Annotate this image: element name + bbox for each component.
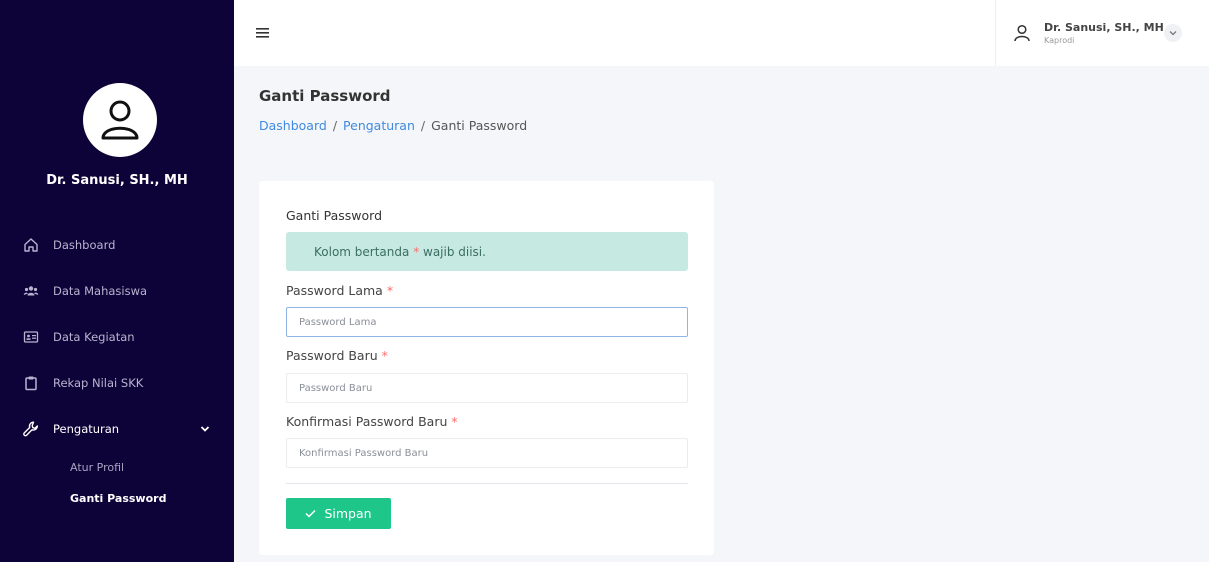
sidebar-item-data-kegiatan[interactable]: Data Kegiatan: [0, 314, 234, 360]
breadcrumb-separator: /: [420, 118, 426, 133]
sidebar-item-label: Data Kegiatan: [53, 330, 135, 344]
sidebar-item-label: Data Mahasiswa: [53, 284, 148, 298]
alert-text-prefix: Kolom bertanda: [314, 244, 414, 259]
breadcrumb-current: Ganti Password: [431, 118, 528, 133]
sidebar-user-name: Dr. Sanusi, SH., MH: [46, 173, 188, 188]
required-star: *: [386, 283, 394, 298]
users-icon: [22, 282, 40, 300]
sidebar: Dr. Sanusi, SH., MH Dashboard Data Mahas…: [0, 0, 234, 562]
field-label: Password Baru: [286, 348, 378, 363]
confirm-password-label: Konfirmasi Password Baru *: [286, 414, 458, 429]
sidebar-item-label: Pengaturan: [53, 422, 120, 436]
breadcrumb-separator: /: [332, 118, 338, 133]
user-icon: [1014, 24, 1030, 42]
alert-text-suffix: wajib diisi.: [419, 244, 486, 259]
topbar-user-role: Kaprodi: [1044, 36, 1075, 45]
menu-toggle-button[interactable]: [256, 24, 274, 42]
avatar: [83, 83, 157, 157]
page-title: Ganti Password: [259, 87, 391, 105]
clipboard-icon: [22, 374, 40, 392]
required-star: *: [381, 348, 388, 363]
sidebar-subitem-atur-profil[interactable]: Atur Profil: [0, 452, 234, 483]
hamburger-icon: [256, 28, 269, 38]
chevron-down-icon: [200, 422, 210, 436]
sidebar-item-rekap-nilai-skk[interactable]: Rekap Nilai SKK: [0, 360, 234, 406]
form-divider: [286, 483, 688, 484]
confirm-password-input[interactable]: [286, 438, 688, 468]
chevron-down-icon: [1169, 31, 1177, 36]
id-card-icon: [22, 328, 40, 346]
home-icon: [22, 236, 40, 254]
save-button[interactable]: Simpan: [286, 498, 391, 529]
sidebar-item-pengaturan[interactable]: Pengaturan: [0, 406, 234, 452]
sidebar-item-data-mahasiswa[interactable]: Data Mahasiswa: [0, 268, 234, 314]
save-button-label: Simpan: [324, 506, 372, 521]
breadcrumb-dashboard[interactable]: Dashboard: [259, 118, 327, 133]
new-password-input[interactable]: [286, 373, 688, 403]
breadcrumb: Dashboard / Pengaturan / Ganti Password: [259, 118, 527, 133]
field-label: Konfirmasi Password Baru: [286, 414, 448, 429]
topbar-user-name: Dr. Sanusi, SH., MH: [1044, 21, 1164, 34]
card-title: Ganti Password: [286, 208, 383, 223]
check-icon: [305, 506, 316, 521]
breadcrumb-pengaturan[interactable]: Pengaturan: [343, 118, 415, 133]
user-menu[interactable]: Dr. Sanusi, SH., MH Kaprodi: [995, 0, 1198, 66]
old-password-input[interactable]: [286, 307, 688, 337]
user-icon: [101, 100, 139, 140]
required-star: *: [451, 414, 458, 429]
topbar: Dr. Sanusi, SH., MH Kaprodi: [234, 0, 1209, 66]
new-password-label: Password Baru *: [286, 348, 388, 363]
wrench-icon: [22, 420, 40, 438]
sidebar-item-label: Rekap Nilai SKK: [53, 376, 144, 390]
sidebar-subitem-ganti-password[interactable]: Ganti Password: [0, 483, 234, 514]
old-password-label: Password Lama *: [286, 283, 393, 298]
required-fields-alert: Kolom bertanda * wajib diisi.: [286, 232, 688, 271]
change-password-card: Ganti Password Kolom bertanda * wajib di…: [259, 181, 714, 555]
field-label: Password Lama: [286, 283, 383, 298]
user-menu-chevron[interactable]: [1164, 24, 1182, 42]
sidebar-item-label: Dashboard: [53, 238, 116, 252]
sidebar-nav: Dashboard Data Mahasiswa Data Kegiatan R…: [0, 222, 234, 514]
sidebar-item-dashboard[interactable]: Dashboard: [0, 222, 234, 268]
